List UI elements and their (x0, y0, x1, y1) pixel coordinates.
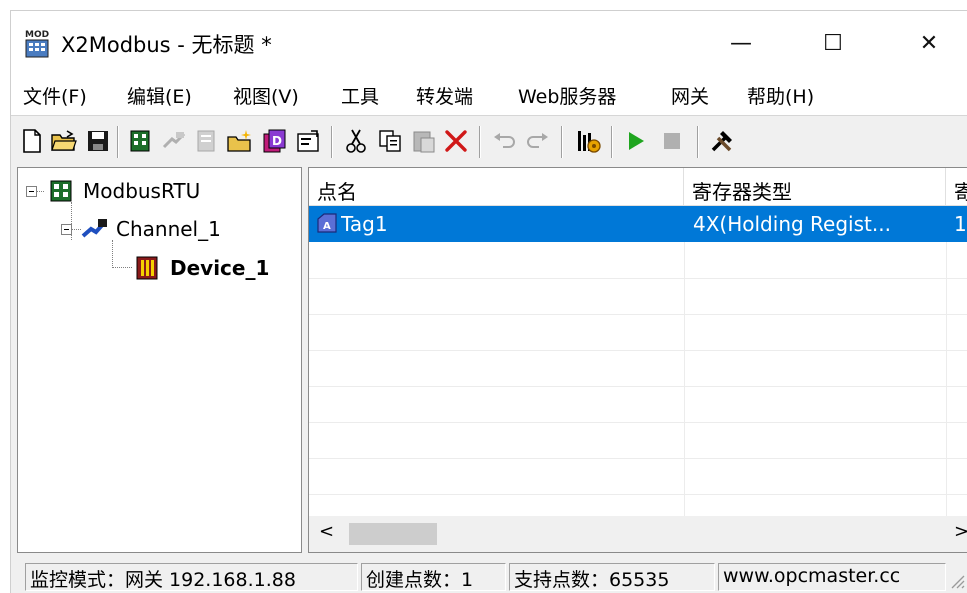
collapse-icon[interactable] (26, 185, 37, 197)
app-window: MOD X2Modbus - 无标题 * — ☐ ✕ 文件(F) 编辑(E) 视… (10, 10, 967, 593)
table-row[interactable]: A Tag1 4X(Holding Regist... 1 (309, 206, 967, 242)
cell-tag-name: Tag1 (341, 212, 388, 236)
paste-icon[interactable] (409, 126, 439, 156)
cell-extra: 1 (954, 212, 967, 236)
menu-web-server[interactable]: Web服务器 (518, 82, 616, 109)
scroll-right-arrow[interactable]: > (954, 521, 967, 542)
tree-label-root: ModbusRTU (83, 179, 201, 203)
device-disabled-icon[interactable] (191, 126, 221, 156)
monitor-icon[interactable] (573, 126, 603, 156)
cell-register-type: 4X(Holding Regist... (693, 212, 891, 236)
column-header-register-type[interactable]: 寄存器类型 (684, 168, 946, 206)
new-file-icon[interactable] (17, 126, 47, 156)
window-title: X2Modbus - 无标题 * (61, 33, 272, 57)
save-icon[interactable] (83, 126, 113, 156)
menu-forward[interactable]: 转发端 (416, 82, 473, 109)
collapse-icon[interactable] (61, 223, 72, 235)
database-icon[interactable]: D (259, 126, 289, 156)
title-bar: MOD X2Modbus - 无标题 * — ☐ ✕ (11, 11, 967, 75)
delete-icon[interactable] (441, 126, 471, 156)
run-icon[interactable] (621, 126, 651, 156)
tag-list: 点名 寄存器类型 寄 A Tag1 4X(Holding Regist... 1… (308, 167, 967, 553)
tag-icon: A (317, 213, 337, 233)
app-icon: MOD (25, 30, 49, 58)
scroll-left-arrow[interactable]: < (319, 521, 334, 542)
maximize-button[interactable]: ☐ (803, 21, 863, 65)
tree-node-modbusrtu[interactable]: ModbusRTU (26, 178, 200, 204)
modbus-icon (50, 180, 72, 202)
undo-icon[interactable] (489, 126, 519, 156)
redo-icon[interactable] (523, 126, 553, 156)
device-icon (136, 256, 158, 280)
add-channel-icon[interactable] (125, 126, 155, 156)
svg-text:MOD: MOD (25, 30, 49, 40)
open-folder-icon[interactable] (49, 126, 79, 156)
cut-icon[interactable] (341, 126, 371, 156)
tree-label-device: Device_1 (170, 256, 270, 280)
minimize-button[interactable]: — (711, 21, 771, 65)
column-header-more[interactable]: 寄 (946, 168, 967, 206)
tools-icon[interactable] (707, 126, 737, 156)
column-header-name[interactable]: 点名 (309, 168, 684, 206)
menu-view[interactable]: 视图(V) (233, 82, 299, 109)
tree-label-channel: Channel_1 (116, 217, 221, 241)
copy-icon[interactable] (375, 126, 405, 156)
project-tree: ModbusRTU Channel_1 Device_1 (17, 167, 302, 553)
status-supported-count: 支持点数：65535 (509, 563, 715, 591)
menu-tools[interactable]: 工具 (341, 82, 379, 109)
horizontal-scrollbar[interactable]: < > (309, 516, 967, 552)
status-mode: 监控模式：网关 192.168.1.88 (25, 563, 358, 591)
menu-file[interactable]: 文件(F) (23, 82, 87, 109)
scrollbar-thumb[interactable] (349, 523, 437, 545)
status-website: www.opcmaster.cc (718, 563, 946, 591)
new-device-icon[interactable] (225, 126, 255, 156)
toolbar: D (11, 115, 967, 168)
tree-node-channel[interactable]: Channel_1 (61, 216, 221, 242)
menu-edit[interactable]: 编辑(E) (127, 82, 192, 109)
close-button[interactable]: ✕ (899, 21, 959, 65)
status-bar: 监控模式：网关 192.168.1.88 创建点数：1 支持点数：65535 w… (11, 559, 967, 593)
properties-icon[interactable] (293, 126, 323, 156)
stop-icon[interactable] (657, 126, 687, 156)
status-created-count: 创建点数：1 (361, 563, 506, 591)
resize-grip-icon[interactable] (949, 573, 965, 589)
channel-disabled-icon[interactable] (159, 126, 189, 156)
svg-text:A: A (323, 221, 331, 232)
menu-bar: 文件(F) 编辑(E) 视图(V) 工具 转发端 Web服务器 网关 帮助(H) (11, 75, 967, 115)
channel-icon (81, 219, 107, 238)
tree-node-device[interactable]: Device_1 (134, 254, 269, 282)
svg-text:D: D (272, 134, 282, 148)
menu-help[interactable]: 帮助(H) (747, 82, 814, 109)
menu-gateway[interactable]: 网关 (671, 82, 709, 109)
